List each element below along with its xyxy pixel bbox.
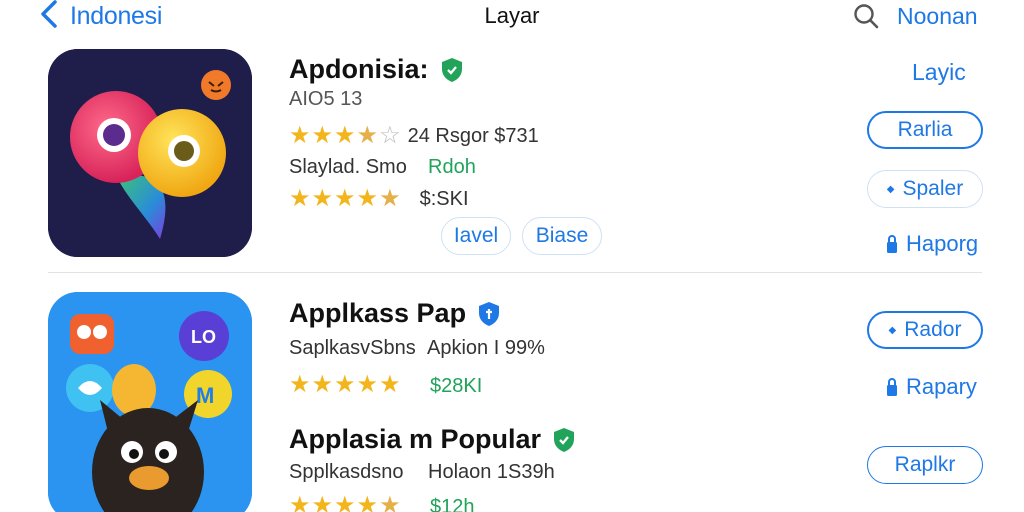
- rating-stars: ★ ★ ★ ★ ☆ 24 Rsgor $731: [289, 124, 539, 148]
- app-size: Holaon 1S39h: [428, 461, 555, 483]
- side-link[interactable]: Layic: [912, 59, 966, 86]
- price: $28KI: [430, 375, 483, 397]
- chip-iavel[interactable]: Iavel: [441, 217, 511, 255]
- star-icon: ★: [311, 492, 334, 512]
- star-icon: ★: [356, 371, 379, 398]
- rating-text: 24 Rsgor $731: [407, 124, 539, 147]
- navigation-bar: Indonesi Layar Noonan: [0, 0, 1024, 34]
- star-icon: ★: [311, 371, 334, 398]
- app-developer: SaplkasvSbns: [289, 337, 416, 359]
- shield-check-icon: [441, 57, 463, 83]
- dot-icon: ◆: [888, 324, 897, 336]
- star-empty-icon: ☆: [379, 122, 401, 149]
- app-category: Slaylad. Smo: [289, 156, 407, 178]
- app-status: Rdoh: [428, 156, 476, 178]
- svg-text:M: M: [196, 383, 214, 408]
- star-half-icon: ★: [356, 122, 379, 149]
- price: $:SKI: [419, 187, 469, 210]
- app-icon-applkass[interactable]: LO M: [48, 292, 252, 512]
- lock-icon: [887, 235, 897, 253]
- svg-text:LO: LO: [191, 327, 216, 347]
- rapary-link[interactable]: Rapary: [886, 374, 977, 400]
- price: $12h: [430, 496, 475, 512]
- star-icon: ★: [334, 492, 356, 512]
- app-meta: AIO5 13: [289, 88, 363, 110]
- rating-stars: ★ ★ ★ ★ ★ $:SKI: [289, 187, 469, 211]
- search-icon[interactable]: [852, 2, 882, 30]
- dot-icon: ◆: [886, 183, 895, 195]
- app-icon-apdonisia[interactable]: [48, 49, 252, 257]
- lock-icon: [887, 378, 897, 396]
- star-icon: ★: [334, 185, 356, 212]
- shield-check-icon: [553, 427, 575, 453]
- divider: [48, 272, 982, 273]
- star-icon: ★: [311, 185, 334, 212]
- raplkr-button[interactable]: Raplkr: [867, 446, 983, 484]
- app-name[interactable]: Applasia m Popular: [289, 424, 575, 455]
- star-icon: ★: [289, 492, 311, 512]
- rador-button[interactable]: ◆ Rador: [867, 311, 983, 349]
- rating-stars: ★ ★ ★ ★ ★: [289, 494, 401, 512]
- shield-check-icon: [478, 301, 500, 327]
- haporg-link[interactable]: Haporg: [886, 231, 978, 257]
- chip-biase[interactable]: Biase: [522, 217, 602, 255]
- star-icon: ★: [334, 371, 356, 398]
- action-button[interactable]: Rarlia: [867, 111, 983, 149]
- star-half-icon: ★: [379, 185, 401, 212]
- star-icon: ★: [334, 122, 356, 149]
- star-icon: ★: [289, 122, 311, 149]
- star-icon: ★: [289, 371, 311, 398]
- rating-stars: ★ ★ ★ ★ ★: [289, 373, 401, 397]
- star-icon: ★: [311, 122, 334, 149]
- star-icon: ★: [379, 371, 401, 398]
- star-icon: ★: [356, 185, 379, 212]
- star-icon: ★: [289, 185, 311, 212]
- spaler-button[interactable]: ◆ Spaler: [867, 170, 983, 208]
- nav-right-button[interactable]: Noonan: [897, 3, 978, 30]
- app-developer: Spplkasdsno: [289, 461, 404, 483]
- app-name[interactable]: Applkass Pap: [289, 298, 500, 329]
- star-icon: ★: [356, 492, 379, 512]
- app-name[interactable]: Apdonisia:: [289, 54, 463, 85]
- app-percent: Apkion I 99%: [427, 337, 545, 359]
- star-half-icon: ★: [379, 492, 401, 512]
